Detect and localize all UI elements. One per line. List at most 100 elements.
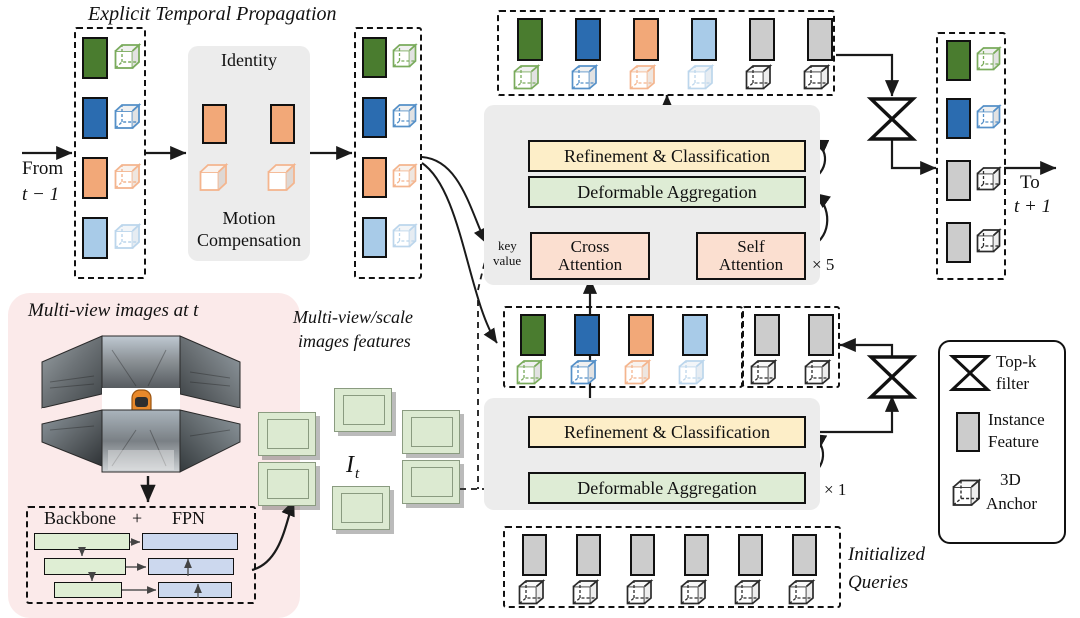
anchor-3d-icon bbox=[518, 579, 546, 605]
feature-tile-inner bbox=[267, 469, 309, 499]
anchor-3d-icon bbox=[750, 359, 778, 385]
legend-instance-label-line2: Feature bbox=[988, 432, 1039, 451]
instance-feature bbox=[362, 157, 387, 198]
label-identity: Identity bbox=[221, 49, 277, 70]
anchor-3d-icon bbox=[114, 102, 142, 129]
instance-feature bbox=[575, 18, 601, 61]
legend-anchor-icon-wrap bbox=[952, 478, 986, 510]
anchor-3d-icon bbox=[788, 579, 816, 605]
features-symbol: It bbox=[346, 452, 360, 482]
instance-feature bbox=[82, 217, 108, 259]
anchor-3d-icon bbox=[678, 359, 706, 385]
feature-tile-inner bbox=[411, 467, 453, 497]
motion-source-anchor bbox=[199, 162, 231, 195]
instance-feature bbox=[792, 534, 817, 576]
instance-feature bbox=[946, 40, 971, 81]
topk-filter-lower[interactable] bbox=[866, 354, 918, 400]
anchor-3d-icon bbox=[952, 478, 982, 506]
legend-topk-label-line2: filter bbox=[996, 374, 1030, 393]
feature-tile bbox=[334, 388, 392, 432]
anchor-3d-icon bbox=[734, 579, 762, 605]
feature-tile bbox=[332, 486, 390, 530]
anchor-3d-icon bbox=[976, 228, 1002, 253]
anchor-3d-icon bbox=[267, 162, 297, 191]
anchor-3d-icon bbox=[199, 162, 229, 191]
anchor-3d-icon bbox=[804, 359, 832, 385]
instance-feature bbox=[82, 157, 108, 199]
top-decoder-output-box bbox=[497, 10, 835, 96]
backbone-internal-connectors bbox=[78, 538, 202, 598]
top-deformable-aggregation-block[interactable]: Deformable Aggregation bbox=[528, 176, 806, 208]
anchor-3d-icon bbox=[976, 104, 1002, 129]
anchor-3d-icon bbox=[626, 579, 654, 605]
camera-ring-svg bbox=[41, 335, 241, 473]
label-from-prev-frame-time: t − 1 bbox=[22, 184, 60, 205]
features-symbol-subscript: t bbox=[355, 466, 360, 482]
topk-filter-icon bbox=[866, 355, 918, 399]
instance-feature bbox=[576, 534, 601, 576]
instance-feature bbox=[749, 18, 775, 61]
label-value: value bbox=[493, 253, 522, 268]
instance-feature bbox=[807, 18, 833, 61]
instance-feature bbox=[946, 160, 971, 201]
title-multiview-images: Multi-view images at t bbox=[28, 300, 199, 321]
anchor-3d-icon bbox=[745, 64, 773, 90]
instance-feature bbox=[362, 217, 387, 258]
feature-tile-inner bbox=[267, 419, 309, 449]
feature-tile-inner bbox=[343, 395, 385, 425]
legend-topk-icon-wrap bbox=[948, 354, 992, 392]
instance-feature bbox=[633, 18, 659, 61]
instance-feature bbox=[628, 314, 654, 356]
instance-feature bbox=[82, 37, 108, 79]
topk-filter-upper[interactable] bbox=[866, 96, 918, 142]
label-to-next-frame: To bbox=[1020, 172, 1040, 193]
label-motion-compensation-line2: Compensation bbox=[197, 229, 301, 250]
anchor-3d-icon bbox=[687, 64, 715, 90]
anchor-3d-icon bbox=[114, 162, 142, 189]
instance-feature bbox=[520, 314, 546, 356]
instance-feature bbox=[684, 534, 709, 576]
feature-tile-inner bbox=[341, 493, 383, 523]
motion-target-anchor bbox=[267, 162, 299, 195]
anchor-3d-icon bbox=[516, 359, 544, 385]
legend-anchor-label-line2: Anchor bbox=[986, 494, 1037, 513]
identity-target-feature bbox=[270, 104, 295, 144]
instance-feature bbox=[946, 222, 971, 263]
anchor-3d-icon bbox=[572, 579, 600, 605]
top-refinement-classification-block[interactable]: Refinement & Classification bbox=[528, 140, 806, 172]
identity-source-feature bbox=[202, 104, 227, 144]
anchor-3d-icon bbox=[976, 46, 1002, 71]
cross-attention-block[interactable]: Cross Attention bbox=[530, 232, 650, 280]
bottom-decoder-repeat-label: × 1 bbox=[824, 480, 847, 499]
topk-filter-icon bbox=[948, 355, 992, 391]
anchor-3d-icon bbox=[629, 64, 657, 90]
label-motion-compensation-line1: Motion bbox=[222, 207, 276, 228]
label-from-prev-frame: From bbox=[22, 158, 64, 179]
anchor-3d-icon bbox=[570, 359, 598, 385]
anchor-3d-icon bbox=[571, 64, 599, 90]
legend-anchor-label-line1: 3D bbox=[1000, 470, 1021, 489]
anchor-3d-icon bbox=[513, 64, 541, 90]
instance-feature bbox=[362, 37, 387, 78]
legend-topk-label-line1: Top-k bbox=[996, 352, 1037, 371]
title-multiview-features-line1: Multi-view/scale bbox=[293, 307, 413, 327]
self-attention-block[interactable]: Self Attention bbox=[696, 232, 806, 280]
legend-instance-feature-icon bbox=[956, 412, 980, 452]
instance-feature bbox=[738, 534, 763, 576]
anchor-3d-icon bbox=[114, 222, 142, 249]
features-symbol-letter: I bbox=[346, 452, 354, 478]
cross-attention-label-line1: Cross bbox=[570, 237, 610, 257]
anchor-3d-icon bbox=[392, 43, 418, 68]
cross-attention-label-line2: Attention bbox=[557, 255, 623, 274]
prev-frame-instances-list bbox=[78, 33, 142, 273]
bottom-deformable-aggregation-block[interactable]: Deformable Aggregation bbox=[528, 472, 806, 504]
instance-feature bbox=[362, 97, 387, 138]
anchor-3d-icon bbox=[680, 579, 708, 605]
anchor-3d-icon bbox=[624, 359, 652, 385]
topk-filter-icon bbox=[866, 97, 918, 141]
bottom-refinement-classification-block[interactable]: Refinement & Classification bbox=[528, 416, 806, 448]
legend-instance-label-line1: Instance bbox=[988, 410, 1045, 429]
instance-feature bbox=[682, 314, 708, 356]
title-multiview-features-line2: images features bbox=[298, 331, 411, 351]
label-initialized-queries-line1: Initialized bbox=[848, 544, 926, 565]
